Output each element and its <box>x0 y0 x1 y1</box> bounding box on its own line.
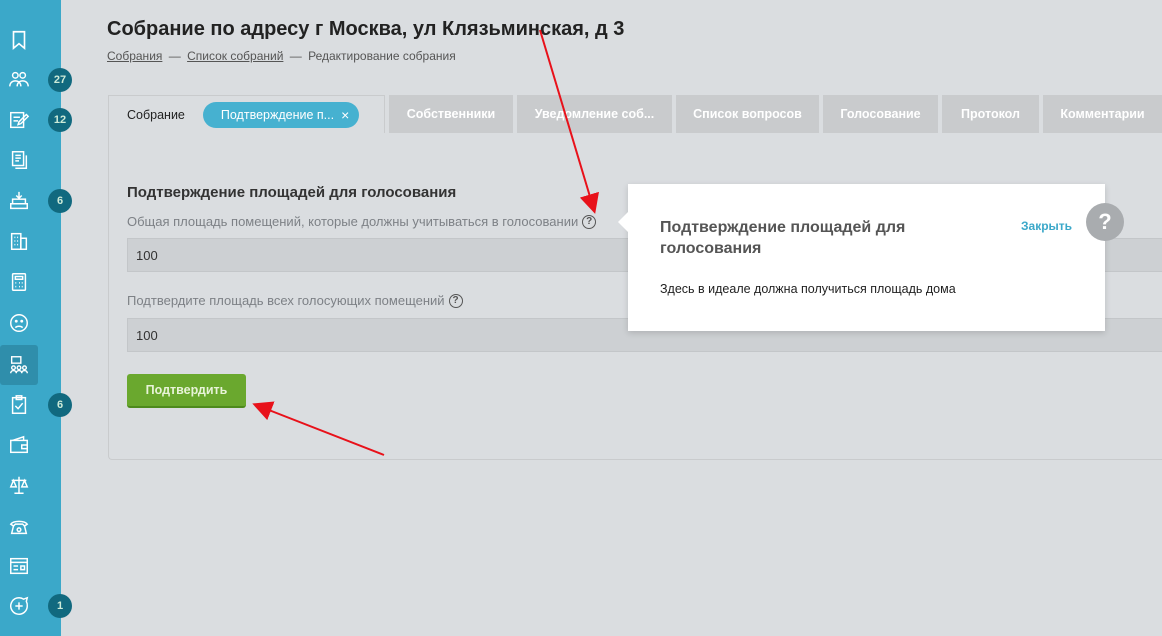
breadcrumb-separator: — <box>168 49 181 63</box>
section-title: Подтверждение площадей для голосования <box>127 184 457 201</box>
sidebar-item-inbox[interactable] <box>0 181 38 221</box>
calculator-icon <box>11 273 27 291</box>
help-icon[interactable]: ? <box>582 214 597 229</box>
confirm-button[interactable]: Подтвердить <box>127 374 246 408</box>
sidebar-item-flag[interactable] <box>0 20 38 60</box>
sad-face-icon <box>10 314 28 332</box>
sidebar-item-phone[interactable] <box>0 506 38 546</box>
flag-icon <box>12 30 26 51</box>
sidebar-item-checklist[interactable] <box>0 385 38 425</box>
badge-people-count: 27 <box>48 68 72 92</box>
question-mark-icon[interactable]: ? <box>1086 203 1124 241</box>
breadcrumb-separator: — <box>289 49 302 63</box>
scales-icon <box>9 476 29 494</box>
sidebar: 27 12 6 6 1 <box>0 0 72 636</box>
tab-protocol[interactable]: Протокол <box>942 95 1039 133</box>
help-popup: Подтверждение площадей для голосования З… <box>618 184 1105 331</box>
breadcrumb: Собрания — Список собраний — Редактирова… <box>107 49 456 63</box>
sidebar-item-edit[interactable] <box>0 100 38 140</box>
badge-checklist-count: 6 <box>48 393 72 417</box>
breadcrumb-link-meeting-list[interactable]: Список собраний <box>187 49 283 63</box>
phone-icon <box>9 520 29 535</box>
sidebar-item-browser[interactable] <box>0 546 38 586</box>
breadcrumb-link-meetings[interactable]: Собрания <box>107 49 162 63</box>
popup-title: Подтверждение площадей для голосования <box>660 219 906 257</box>
total-area-value: 100 <box>136 247 158 263</box>
tab-meeting[interactable]: Собрание Подтверждение п... × <box>108 95 385 133</box>
voting-area-value: 100 <box>136 327 158 343</box>
page-title: Собрание по адресу г Москва, ул Клязьмин… <box>107 18 625 40</box>
sidebar-item-complaints[interactable] <box>0 303 38 343</box>
sidebar-item-legal[interactable] <box>0 465 38 505</box>
sidebar-item-documents[interactable] <box>0 140 38 180</box>
voting-area-label: Подтвердите площадь всех голосующих поме… <box>127 293 463 308</box>
sidebar-item-wallet[interactable] <box>0 425 38 465</box>
sidebar-item-calculator[interactable] <box>0 262 38 302</box>
popup-close-link[interactable]: Закрыть <box>1021 219 1072 233</box>
badge-inbox-count: 6 <box>48 189 72 213</box>
browser-window-icon <box>10 557 28 575</box>
tab-questions-list[interactable]: Список вопросов <box>676 95 819 133</box>
tab-notification[interactable]: Уведомление соб... <box>517 95 672 133</box>
breadcrumb-current: Редактирование собрания <box>308 49 456 63</box>
tab-comments[interactable]: Комментарии <box>1043 95 1162 133</box>
tab-area-confirmation-pill[interactable]: Подтверждение п... × <box>202 101 360 128</box>
sidebar-item-chat[interactable] <box>0 586 38 626</box>
people-icon <box>9 71 29 87</box>
help-icon[interactable]: ? <box>448 293 463 308</box>
total-area-label: Общая площадь помещений, которые должны … <box>127 214 597 229</box>
wallet-icon <box>10 435 28 454</box>
close-icon[interactable]: × <box>341 107 349 123</box>
chat-add-icon <box>10 596 29 615</box>
badge-edit-count: 12 <box>48 108 72 132</box>
pill-label: Подтверждение п... <box>220 107 335 122</box>
inbox-tray-icon <box>10 191 28 210</box>
badge-chat-count: 1 <box>48 594 72 618</box>
meeting-icon <box>10 356 28 374</box>
tab-owners[interactable]: Собственники <box>389 95 513 133</box>
sidebar-item-people[interactable] <box>0 59 38 99</box>
popup-body: Здесь в идеале должна получиться площадь… <box>660 282 956 296</box>
documents-icon <box>11 151 28 169</box>
total-area-label-text: Общая площадь помещений, которые должны … <box>127 214 579 229</box>
edit-icon <box>10 111 30 129</box>
voting-area-label-text: Подтвердите площадь всех голосующих поме… <box>127 293 445 308</box>
building-icon <box>10 232 28 250</box>
checklist-icon <box>11 395 27 414</box>
sidebar-item-meetings[interactable] <box>0 345 38 385</box>
tab-voting[interactable]: Голосование <box>823 95 938 133</box>
tab-meeting-label: Собрание <box>127 107 185 122</box>
sidebar-item-building[interactable] <box>0 221 38 261</box>
